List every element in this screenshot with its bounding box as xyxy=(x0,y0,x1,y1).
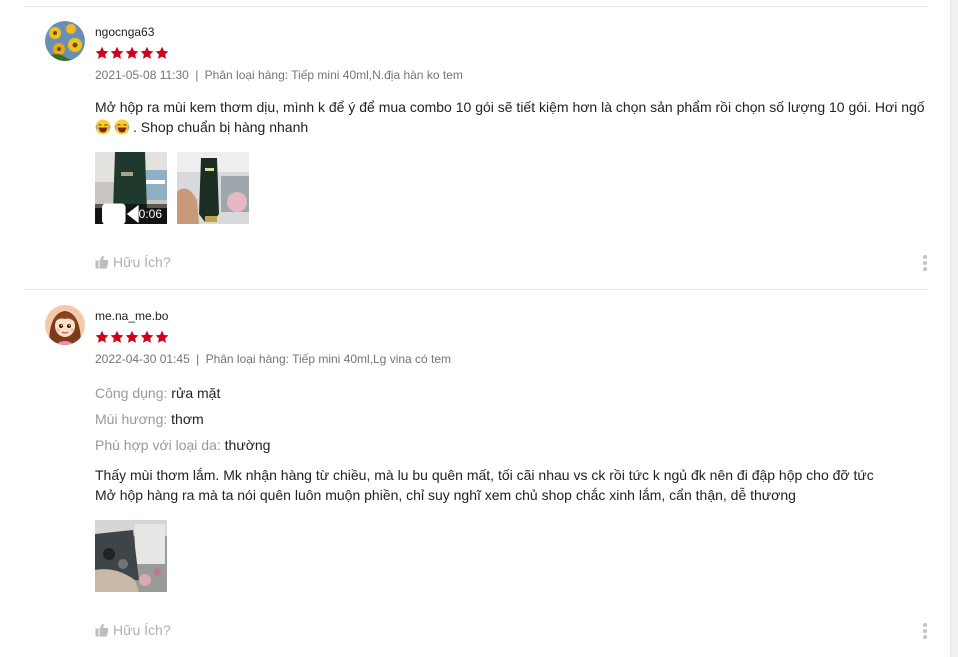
review-meta: 2021-05-08 11:30 | Phân loại hàng: Tiếp … xyxy=(95,68,463,82)
star-icon xyxy=(95,330,109,343)
star-icon xyxy=(140,46,154,59)
thumbs-up-icon xyxy=(95,255,109,269)
attribute-value: thơm xyxy=(171,411,204,427)
laughing-face-icon xyxy=(95,119,111,135)
attribute-value: thường xyxy=(224,437,271,453)
variant-label: Phân loại hàng: xyxy=(204,68,289,82)
review-text-line: Thấy mùi thơm lắm. Mk nhận hàng từ chiều… xyxy=(95,467,874,483)
attribute-key: Công dụng: xyxy=(95,385,168,401)
username[interactable]: ngocnga63 xyxy=(95,25,154,39)
rating-stars xyxy=(95,46,169,60)
meta-separator: | xyxy=(195,68,199,82)
variant-value: Tiếp mini 40ml,N.địa hàn ko tem xyxy=(291,68,463,82)
attribute-value: rửa mặt xyxy=(171,385,221,401)
star-icon xyxy=(140,330,154,343)
review-text: Mở hộp ra mùi kem thơm dịu, mình k để ý … xyxy=(95,97,927,137)
star-icon xyxy=(125,330,139,343)
attribute-key: Phù hợp với loại da: xyxy=(95,437,221,453)
helpful-label: Hữu Ích? xyxy=(113,622,171,638)
video-camera-icon xyxy=(102,203,139,224)
star-icon xyxy=(125,46,139,59)
review-text-part: . Shop chuẩn bị hàng nhanh xyxy=(133,119,309,135)
thumbs-up-icon xyxy=(95,623,109,637)
more-dot-icon xyxy=(923,623,927,627)
more-dot-icon xyxy=(923,261,927,265)
avatar[interactable] xyxy=(45,21,85,61)
variant-label: Phân loại hàng: xyxy=(205,352,289,366)
star-icon xyxy=(110,46,124,59)
review-media-row: 0:06 xyxy=(95,152,249,224)
reviews-page: ngocnga63 2021-05-08 11:30 | Phân loại h… xyxy=(0,0,958,657)
helpful-button[interactable]: Hữu Ích? xyxy=(95,622,171,638)
review-text: Thấy mùi thơm lắm. Mk nhận hàng từ chiều… xyxy=(95,465,927,505)
review-media-row xyxy=(95,520,167,592)
laughing-face-icon xyxy=(114,119,130,135)
more-dot-icon xyxy=(923,267,927,271)
rating-stars xyxy=(95,330,169,344)
review-datetime: 2022-04-30 01:45 xyxy=(95,352,190,366)
more-dot-icon xyxy=(923,629,927,633)
review-text-line: Mở hộp hàng ra mà ta nói quên luôn muộn … xyxy=(95,487,796,503)
attribute-row: Công dụng: rửa mặt xyxy=(95,380,270,406)
review-image-thumbnail[interactable] xyxy=(177,152,249,224)
more-dot-icon xyxy=(923,635,927,639)
review-image-thumbnail[interactable] xyxy=(95,520,167,592)
more-options-button[interactable] xyxy=(922,255,928,271)
review-item: ngocnga63 2021-05-08 11:30 | Phân loại h… xyxy=(24,6,928,290)
page-scrollbar[interactable] xyxy=(950,0,958,657)
review-text-part: Mở hộp ra mùi kem thơm dịu, mình k để ý … xyxy=(95,99,925,115)
review-video-thumbnail[interactable]: 0:06 xyxy=(95,152,167,224)
review-datetime: 2021-05-08 11:30 xyxy=(95,68,189,82)
star-icon xyxy=(95,46,109,59)
helpful-button[interactable]: Hữu Ích? xyxy=(95,254,171,270)
review-attributes: Công dụng: rửa mặt Mùi hương: thơm Phù h… xyxy=(95,380,270,458)
star-icon xyxy=(110,330,124,343)
video-duration-bar: 0:06 xyxy=(95,203,167,224)
helpful-label: Hữu Ích? xyxy=(113,254,171,270)
video-duration: 0:06 xyxy=(138,207,162,221)
more-dot-icon xyxy=(923,255,927,259)
star-icon xyxy=(155,46,169,59)
attribute-row: Mùi hương: thơm xyxy=(95,406,270,432)
review-item: me.na_me.bo 2022-04-30 01:45 | Phân loại… xyxy=(24,290,928,657)
meta-separator: | xyxy=(196,352,200,366)
username[interactable]: me.na_me.bo xyxy=(95,309,168,323)
review-meta: 2022-04-30 01:45 | Phân loại hàng: Tiếp … xyxy=(95,352,451,366)
avatar[interactable] xyxy=(45,305,85,345)
variant-value: Tiếp mini 40ml,Lg vina có tem xyxy=(292,352,452,366)
attribute-key: Mùi hương: xyxy=(95,411,168,427)
star-icon xyxy=(155,330,169,343)
attribute-row: Phù hợp với loại da: thường xyxy=(95,432,270,458)
more-options-button[interactable] xyxy=(922,623,928,639)
